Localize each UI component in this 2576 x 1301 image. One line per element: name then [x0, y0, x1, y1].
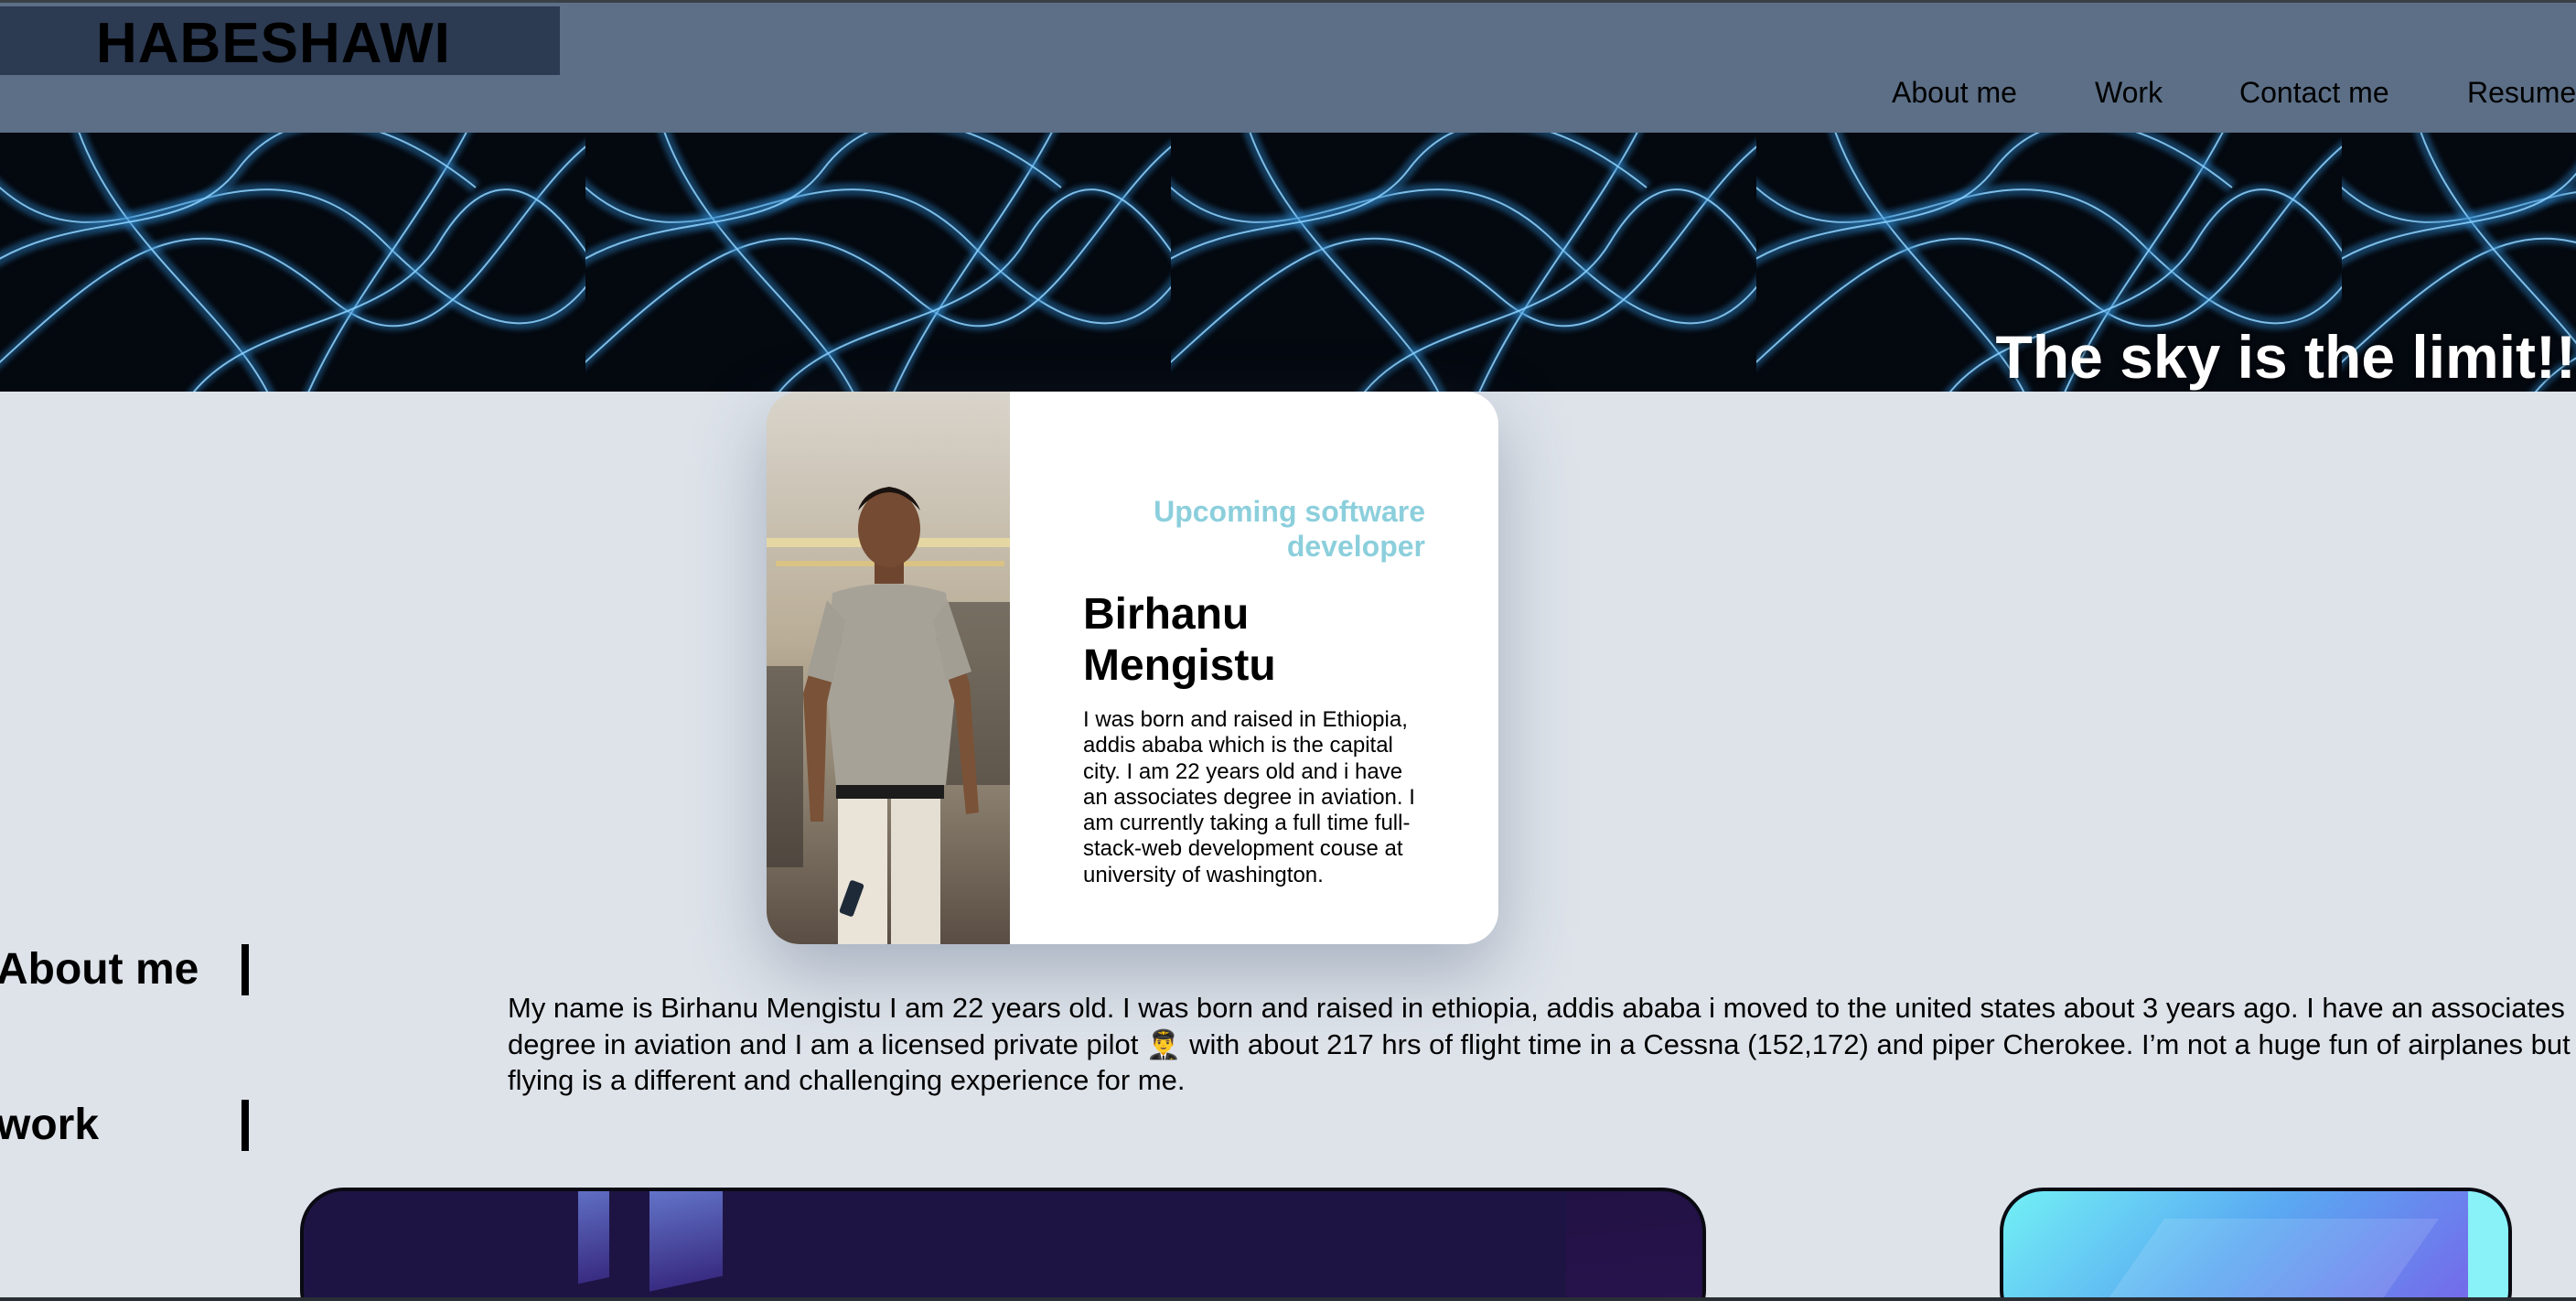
profile-photo — [767, 392, 1010, 944]
hero-pattern-tile — [585, 133, 1171, 392]
work-project-card[interactable] — [300, 1188, 1706, 1301]
card-edge-strip — [2468, 1191, 2508, 1301]
nav-contact-me[interactable]: Contact me — [2239, 72, 2389, 113]
logo-box[interactable]: HABESHAWI — [0, 6, 560, 75]
profile-card: Upcoming software developer Birhanu Meng… — [767, 392, 1498, 944]
site-header: HABESHAWI About me Work Contact me Resum… — [0, 0, 2576, 133]
nav-resume[interactable]: Resume — [2467, 72, 2576, 113]
project-thumbnail — [304, 1191, 1702, 1301]
section-divider — [242, 1100, 249, 1151]
nav-about-me[interactable]: About me — [1892, 72, 2017, 113]
project-thumbnail — [2061, 1219, 2440, 1301]
hero-pattern-tile — [1171, 133, 1756, 392]
about-paragraph: My name is Birhanu Mengistu I am 22 year… — [508, 992, 2571, 1096]
page-bottom-edge — [0, 1297, 2576, 1301]
site-logo[interactable]: HABESHAWI — [96, 9, 451, 78]
section-divider — [242, 944, 249, 995]
hero-pattern-tile — [0, 133, 585, 392]
section-link-work[interactable]: work — [0, 1100, 99, 1151]
hero-banner: The sky is the limit!! — [0, 133, 2576, 392]
section-link-about-me[interactable]: About me — [0, 944, 199, 995]
hero-tagline: The sky is the limit!! — [1995, 323, 2576, 391]
nav-work[interactable]: Work — [2095, 72, 2163, 113]
profile-bio: I was born and raised in Ethiopia, addis… — [1083, 707, 1415, 887]
profile-name: Birhanu Mengistu — [1083, 590, 1276, 690]
profile-role: Upcoming software developer — [1154, 495, 1425, 563]
work-project-card[interactable] — [2000, 1188, 2512, 1301]
